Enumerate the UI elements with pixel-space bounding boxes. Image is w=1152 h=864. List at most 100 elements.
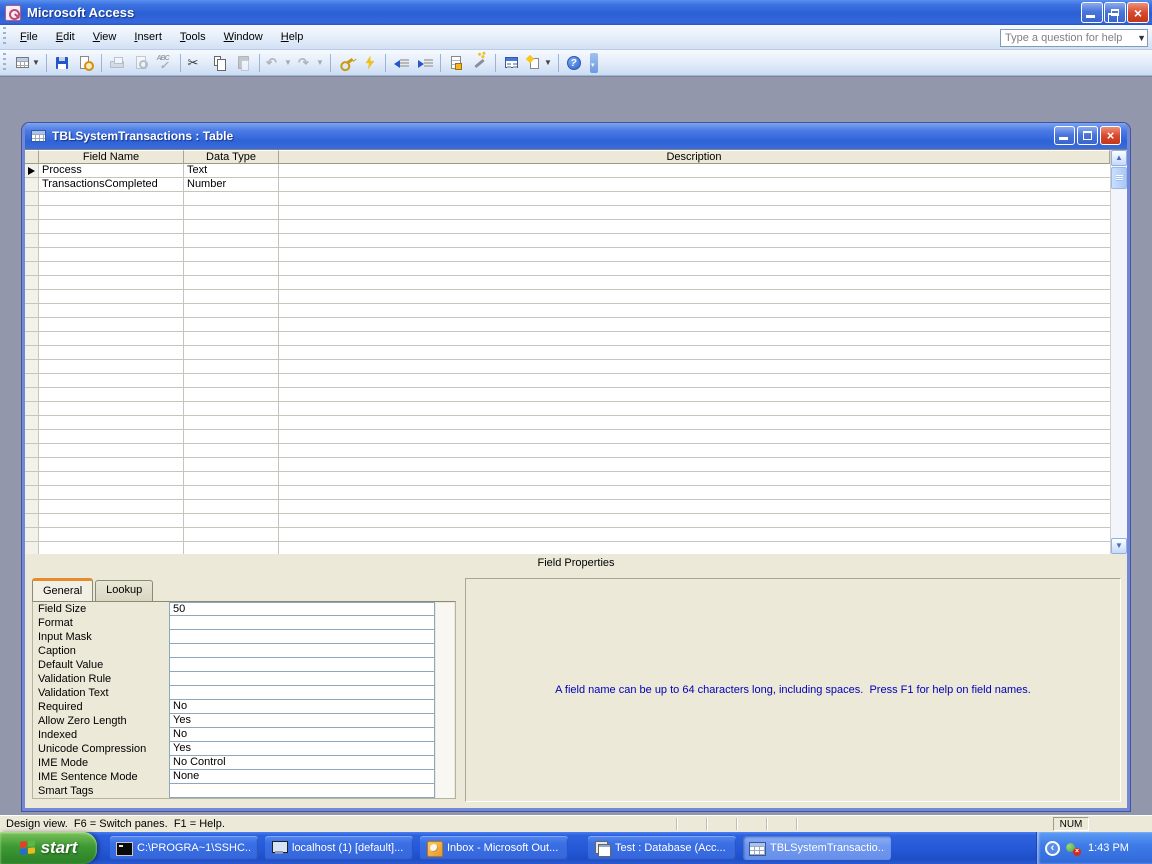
field-name-cell[interactable] (39, 500, 184, 514)
toolbar-print-button[interactable] (105, 52, 129, 74)
field-name-cell[interactable] (39, 402, 184, 416)
row-selector[interactable] (25, 262, 39, 276)
toolbar-delete-rows-button[interactable] (413, 52, 437, 74)
data-type-cell[interactable] (184, 220, 279, 234)
toolbar-print-preview-button[interactable] (129, 52, 153, 74)
row-selector[interactable] (25, 500, 39, 514)
property-value-input[interactable] (169, 644, 435, 658)
data-type-cell[interactable] (184, 374, 279, 388)
description-cell[interactable] (279, 430, 1110, 444)
row-selector[interactable] (25, 318, 39, 332)
field-name-cell[interactable] (39, 234, 184, 248)
data-type-cell[interactable] (184, 234, 279, 248)
data-type-cell[interactable] (184, 500, 279, 514)
dropdown-arrow-icon[interactable]: ▼ (316, 58, 324, 67)
data-type-cell[interactable] (184, 388, 279, 402)
description-cell[interactable] (279, 388, 1110, 402)
toolbar-paste-button[interactable] (232, 52, 256, 74)
taskbar-button-outlook[interactable]: Inbox - Microsoft Out... (420, 836, 568, 860)
data-type-cell[interactable] (184, 416, 279, 430)
property-value-input[interactable]: No (169, 728, 435, 742)
description-cell[interactable] (279, 458, 1110, 472)
row-selector[interactable] (25, 332, 39, 346)
toolbar-cut-button[interactable]: ✂ (184, 52, 208, 74)
row-selector[interactable] (25, 430, 39, 444)
toolbar-new-object-button[interactable]: ▼ (523, 52, 555, 74)
toolbar-options-icon[interactable] (590, 53, 598, 73)
toolbar-undo-button[interactable]: ↶▼ (263, 52, 295, 74)
start-button[interactable]: start (0, 832, 97, 864)
field-name-cell[interactable] (39, 248, 184, 262)
table-minimize-button[interactable] (1054, 126, 1075, 145)
field-name-cell[interactable] (39, 318, 184, 332)
data-type-cell[interactable] (184, 290, 279, 304)
field-name-cell[interactable] (39, 290, 184, 304)
tab-lookup[interactable]: Lookup (95, 580, 153, 603)
question-box[interactable] (1000, 29, 1148, 47)
menu-grip[interactable] (2, 27, 7, 46)
scroll-down-icon[interactable]: ▼ (1111, 538, 1127, 554)
row-selector[interactable] (25, 248, 39, 262)
row-selector[interactable] (25, 374, 39, 388)
toolbar-primary-key-button[interactable] (334, 52, 358, 74)
description-cell[interactable] (279, 486, 1110, 500)
description-cell[interactable] (279, 346, 1110, 360)
description-cell[interactable] (279, 416, 1110, 430)
menu-view[interactable]: View (84, 27, 126, 47)
toolbar-redo-button[interactable]: ↷▼ (295, 52, 327, 74)
field-name-cell[interactable] (39, 444, 184, 458)
field-name-cell[interactable] (39, 220, 184, 234)
taskbar-button-remote-desktop[interactable]: localhost (1) [default]... (265, 836, 413, 860)
table-maximize-button[interactable] (1077, 126, 1098, 145)
toolbar-spelling-button[interactable]: ABC✓ (153, 52, 177, 74)
data-type-cell[interactable] (184, 206, 279, 220)
column-header-description[interactable]: Description (279, 150, 1110, 164)
field-name-cell[interactable]: TransactionsCompleted (39, 178, 184, 192)
data-type-cell[interactable] (184, 192, 279, 206)
row-selector[interactable] (25, 402, 39, 416)
toolbar-view-datasheet-button[interactable]: ▼ (11, 52, 43, 74)
row-selector[interactable] (25, 514, 39, 528)
toolbar-indexes-button[interactable] (358, 52, 382, 74)
field-name-cell[interactable] (39, 542, 184, 554)
field-name-cell[interactable] (39, 472, 184, 486)
taskbar-button-command-prompt[interactable]: C:\PROGRA~1\SSHC... (110, 836, 258, 860)
dropdown-arrow-icon[interactable]: ▼ (32, 58, 40, 67)
field-name-cell[interactable] (39, 276, 184, 290)
description-cell[interactable] (279, 248, 1110, 262)
toolbar-grip[interactable] (2, 53, 7, 73)
row-selector[interactable] (25, 444, 39, 458)
data-type-cell[interactable] (184, 360, 279, 374)
data-type-cell[interactable] (184, 444, 279, 458)
description-cell[interactable] (279, 276, 1110, 290)
field-name-cell[interactable] (39, 430, 184, 444)
description-cell[interactable] (279, 332, 1110, 346)
toolbar-save-button[interactable] (50, 52, 74, 74)
minimize-button[interactable] (1081, 2, 1103, 23)
property-value-input[interactable] (169, 630, 435, 644)
description-cell[interactable] (279, 472, 1110, 486)
dropdown-arrow-icon[interactable]: ▼ (284, 58, 292, 67)
description-cell[interactable] (279, 444, 1110, 458)
property-value-input[interactable]: None (169, 770, 435, 784)
menu-window[interactable]: Window (215, 27, 272, 47)
row-selector[interactable] (25, 178, 39, 192)
description-cell[interactable] (279, 360, 1110, 374)
data-type-cell[interactable] (184, 262, 279, 276)
column-header-field-name[interactable]: Field Name (39, 150, 184, 164)
description-cell[interactable] (279, 542, 1110, 554)
data-type-cell[interactable] (184, 402, 279, 416)
field-name-cell[interactable] (39, 304, 184, 318)
property-value-input[interactable]: Yes (169, 742, 435, 756)
field-name-cell[interactable] (39, 192, 184, 206)
row-selector[interactable] (25, 346, 39, 360)
taskbar-button-access-table[interactable]: TBLSystemTransactio... (743, 836, 891, 860)
data-type-cell[interactable] (184, 514, 279, 528)
description-cell[interactable] (279, 514, 1110, 528)
description-cell[interactable] (279, 500, 1110, 514)
field-name-cell[interactable] (39, 206, 184, 220)
field-name-cell[interactable] (39, 528, 184, 542)
toolbar-copy-button[interactable] (208, 52, 232, 74)
table-window-titlebar[interactable]: TBLSystemTransactions : Table × (25, 123, 1127, 149)
data-type-cell[interactable]: Number (184, 178, 279, 192)
